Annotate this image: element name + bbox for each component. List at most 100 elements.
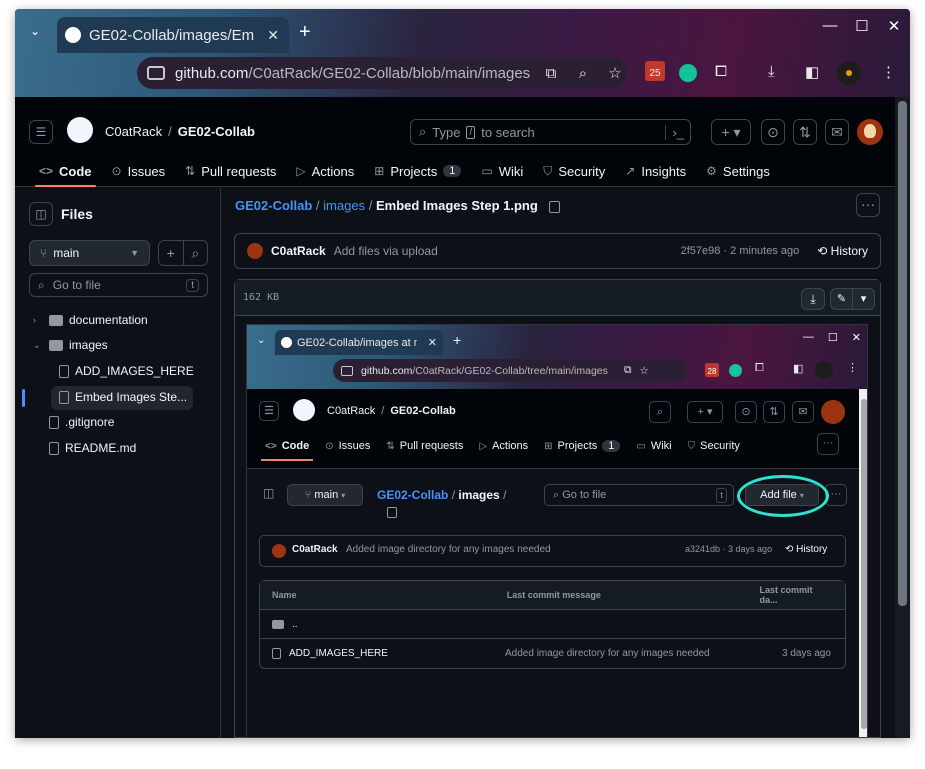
shot-extension-badge: 28 [707, 367, 717, 376]
tree-item-images[interactable]: ⌄ images [33, 333, 108, 357]
commit-author[interactable]: C0atRack [271, 244, 326, 258]
repo-link[interactable]: GE02-Collab [178, 124, 255, 139]
shot-new-tab-icon: + [453, 332, 462, 348]
search-shortcut: / [466, 125, 476, 139]
shot-search-icon: ⌕ [649, 401, 671, 423]
search-prefix: Type [432, 124, 461, 140]
cast-icon[interactable]: ⧉ [540, 65, 562, 82]
grammarly-icon[interactable] [679, 64, 697, 82]
add-file-plus-icon[interactable]: + [159, 241, 184, 265]
go-to-file-placeholder: Go to file [52, 278, 101, 292]
shot-browser-chrome: ⌄ GE02-Collab/images at m ✕ + — ☐ ✕ github… [247, 325, 867, 389]
search-files-icon[interactable]: ⌕ [184, 241, 208, 265]
download-icon[interactable]: ⤓ [768, 63, 775, 80]
shot-maximize-icon: ☐ [827, 332, 838, 344]
chevron-right-icon: › [33, 315, 36, 325]
tab-code[interactable]: <> Code [29, 155, 102, 187]
tree-item-documentation[interactable]: › documentation [33, 308, 148, 332]
tree-item-embed-images[interactable]: Embed Images Ste... [59, 385, 187, 409]
tab-settings[interactable]: ⚙ Settings [696, 155, 780, 187]
shot-table-header: Name Last commit message Last commit da.… [260, 581, 845, 610]
gear-icon: ⚙ [706, 164, 717, 178]
tab-actions[interactable]: ▷ Actions [286, 155, 364, 187]
bookmark-star-icon[interactable]: ☆ [604, 64, 626, 82]
page-scrollbar-thumb[interactable] [898, 101, 907, 606]
crumb-repo-link[interactable]: GE02-Collab [235, 198, 312, 213]
edit-dropdown-icon[interactable]: ▾ [853, 289, 874, 309]
pull-requests-icon[interactable]: ⇅ [793, 119, 817, 145]
tree-item-add-images-here[interactable]: ADD_IMAGES_HERE [59, 359, 194, 383]
branch-selector[interactable]: ⑂ main ▼ [29, 240, 150, 266]
file-icon [59, 390, 69, 404]
browser-tab[interactable]: GE02-Collab/images/Em ✕ [57, 17, 289, 53]
sidebar-title: Files [61, 206, 93, 222]
tab-projects[interactable]: ⊞ Projects 1 [364, 155, 471, 187]
create-new-button[interactable]: + ▾ [711, 119, 751, 145]
history-button[interactable]: ⟲ History [817, 244, 868, 258]
address-bar[interactable]: github.com/C0atRack/GE02-Collab/blob/mai… [137, 57, 627, 89]
edit-pencil-icon[interactable]: ✎ [831, 289, 853, 309]
minimize-icon[interactable]: — [814, 17, 846, 35]
shot-repo-nav: <> Code ⊙ Issues ⇅ Pull requests ▷ Actions ⊞… [257, 433, 748, 461]
url-text[interactable]: github.com/C0atRack/GE02-Collab/blob/mai… [175, 65, 530, 82]
tab-issues[interactable]: ⊙ Issues [102, 155, 176, 187]
issues-icon[interactable]: ⊙ [761, 119, 785, 145]
profile-avatar[interactable] [837, 61, 861, 85]
hamburger-menu-icon[interactable]: ☰ [29, 120, 53, 144]
shot-tab-title: GE02-Collab/images at m [297, 336, 417, 349]
owner-link[interactable]: C0atRack [105, 124, 162, 139]
tab-insights[interactable]: ↗ Insights [615, 155, 696, 187]
file-icon [49, 415, 59, 429]
shot-projects-count: 1 [602, 440, 621, 452]
sidebar-actions: + ⌕ [158, 240, 208, 266]
tree-item-gitignore[interactable]: .gitignore [49, 410, 114, 434]
tab-search-chevron-icon[interactable]: ⌄ [25, 21, 45, 41]
file-icon [49, 441, 59, 455]
more-options-icon[interactable]: ··· [856, 193, 880, 217]
shot-star-icon: ☆ [639, 364, 649, 377]
shot-parent-dir-row: .. [260, 610, 845, 639]
tab-wiki[interactable]: ▭ Wiki [471, 155, 533, 187]
file-icon [59, 364, 69, 378]
commit-message[interactable]: Add files via upload [334, 244, 438, 258]
shot-puzzle-icon: ⧠ [755, 362, 764, 374]
site-info-icon[interactable] [147, 66, 165, 80]
collapse-sidebar-icon[interactable]: ◫ [29, 202, 53, 226]
shot-site-info-icon [341, 365, 353, 376]
close-tab-icon[interactable]: ✕ [267, 27, 279, 44]
author-avatar[interactable] [247, 243, 263, 259]
copy-path-icon[interactable] [549, 200, 561, 213]
zoom-icon[interactable]: ⌕ [572, 65, 594, 82]
download-raw-icon[interactable]: ⤓ [801, 288, 825, 310]
tab-pull-requests[interactable]: ⇅ Pull requests [175, 155, 286, 187]
tab-security[interactable]: ⛉ Security [533, 155, 615, 187]
github-logo-icon[interactable] [67, 117, 93, 143]
new-tab-plus-icon[interactable]: + [299, 21, 311, 44]
chrome-menu-icon[interactable]: ⋮ [881, 63, 896, 81]
shot-create-button: + ▾ [687, 401, 723, 423]
side-panel-icon[interactable]: ◧ [805, 63, 819, 81]
book-icon: ▭ [481, 164, 493, 178]
command-palette-icon[interactable]: ›_ [665, 124, 684, 140]
shot-file-icon [272, 648, 281, 659]
go-to-file-input[interactable]: ⌕ Go to file t [29, 273, 208, 297]
shot-history-icon: ⟲ [785, 544, 797, 555]
inbox-icon[interactable]: ✉ [825, 119, 849, 145]
extensions-puzzle-icon[interactable]: ⧠ [715, 63, 727, 80]
shot-inbox-icon: ✉ [792, 401, 814, 423]
shot-search-small-icon: ⌕ [553, 489, 560, 501]
maximize-icon[interactable]: ☐ [846, 17, 878, 35]
crumb-folder-link[interactable]: images [323, 198, 365, 213]
page-scrollbar[interactable] [895, 97, 910, 738]
calendar-extension-icon[interactable]: 25 [645, 61, 665, 81]
tree-item-readme[interactable]: README.md [49, 436, 136, 460]
shortcut-key: t [186, 278, 199, 292]
shot-sidebar-toggle-icon: ◫ [263, 486, 275, 500]
search-input[interactable]: ⌕ Type / to search ›_ [410, 119, 691, 145]
close-window-icon[interactable]: ✕ [878, 17, 910, 35]
shot-commit-bar: C0atRack Added image directory for any i… [259, 535, 846, 567]
shot-copy-icon [387, 507, 397, 518]
commit-sha-time[interactable]: 2f57e98 · 2 minutes ago [681, 245, 800, 257]
shot-go-to-file-input: ⌕ Go to file t [544, 484, 734, 506]
user-avatar[interactable] [857, 119, 883, 145]
